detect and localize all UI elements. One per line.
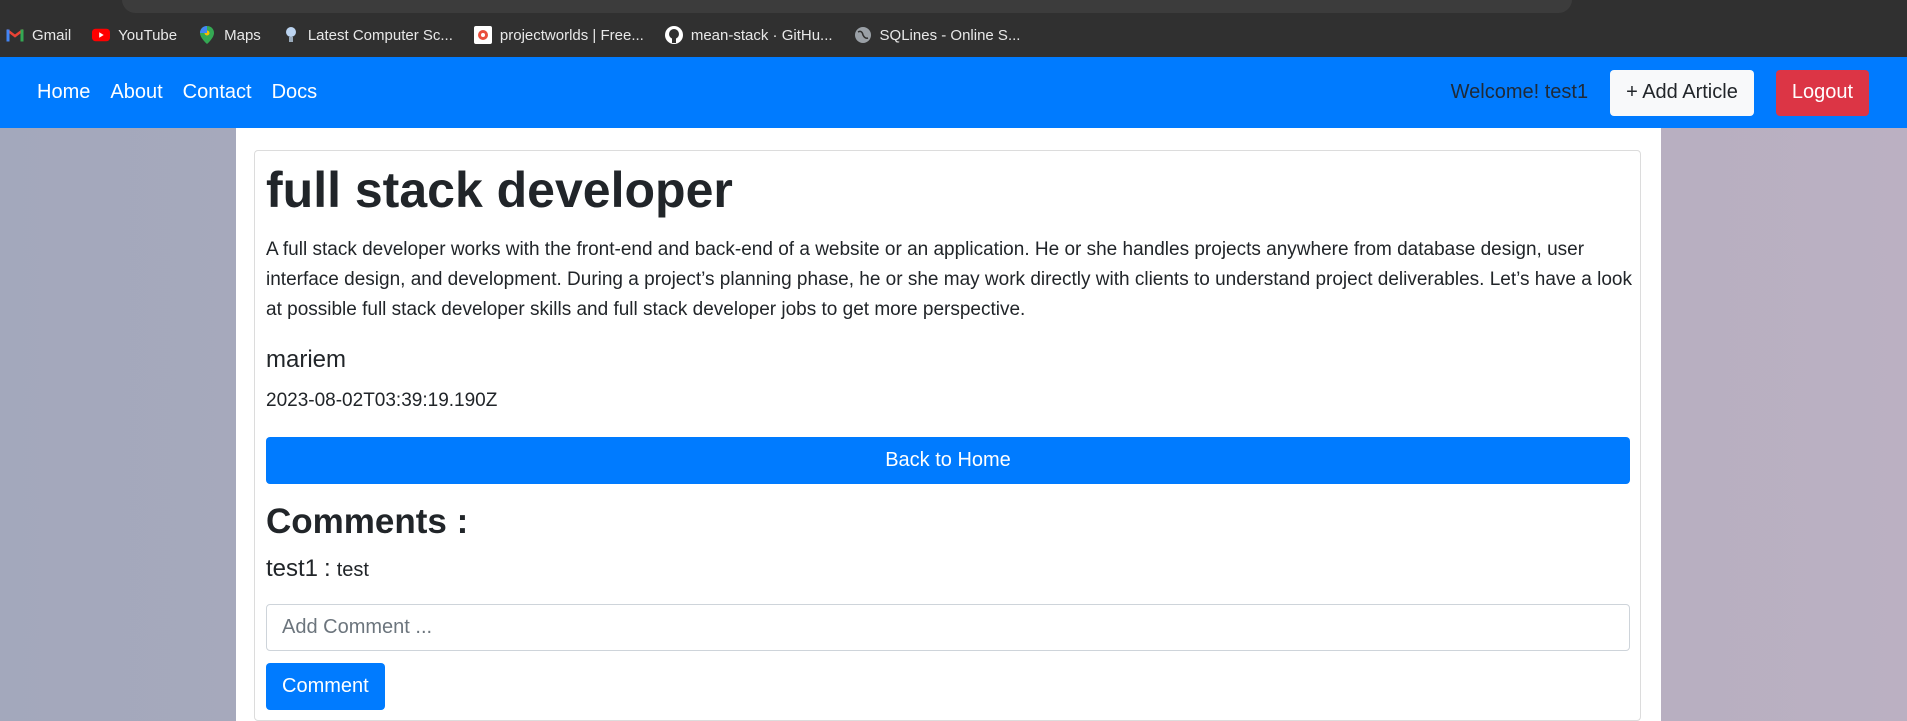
bookmark-gmail[interactable]: Gmail xyxy=(6,26,71,44)
comment-text: test xyxy=(336,559,369,581)
add-article-button[interactable]: + Add Article xyxy=(1610,69,1754,116)
bookmark-label: Latest Computer Sc... xyxy=(307,26,453,44)
article-title: full stack developer xyxy=(266,162,733,218)
article-card: full stack developer A full stack develo… xyxy=(254,150,1641,721)
comment-item: test1 : test xyxy=(266,555,369,583)
bookmark-sqlines[interactable]: SQLines - Online S... xyxy=(854,26,1021,44)
article-author: mariem xyxy=(266,346,347,373)
bookmark-label: SQLines - Online S... xyxy=(879,26,1021,44)
article-description: A full stack developer works with the fr… xyxy=(266,239,1632,320)
bookmark-maps[interactable]: Maps xyxy=(198,26,261,44)
maps-icon xyxy=(198,26,216,44)
comment-submit-button[interactable]: Comment xyxy=(266,663,385,710)
nav-link-docs[interactable]: Docs xyxy=(272,81,318,104)
bookmark-latest-computer-science[interactable]: Latest Computer Sc... xyxy=(282,26,453,44)
back-to-home-button[interactable]: Back to Home xyxy=(266,437,1630,484)
nav-links: Home About Contact Docs xyxy=(37,81,337,104)
content-container: full stack developer A full stack develo… xyxy=(236,128,1661,721)
globe-icon xyxy=(854,26,872,44)
welcome-text: Welcome! test1 xyxy=(1450,81,1589,103)
comment-user: test1 xyxy=(266,555,319,582)
add-comment-input[interactable] xyxy=(266,604,1630,651)
browser-toolbar: Gmail YouTube Maps Latest Computer Sc...… xyxy=(0,0,1907,57)
article-date: 2023-08-02T03:39:19.190Z xyxy=(266,390,498,411)
projectworlds-icon xyxy=(473,26,492,44)
nav-link-about[interactable]: About xyxy=(110,81,162,104)
site-navbar: Home About Contact Docs Welcome! test1 +… xyxy=(0,57,1907,128)
nav-link-contact[interactable]: Contact xyxy=(183,81,252,104)
nav-user-area: Welcome! test1 + Add Article Logout xyxy=(1450,69,1869,116)
bookmark-label: Maps xyxy=(224,26,261,44)
bookmark-youtube[interactable]: YouTube xyxy=(92,26,177,44)
github-icon xyxy=(664,26,683,44)
gmail-icon xyxy=(6,26,24,44)
bookmark-label: Gmail xyxy=(32,26,72,44)
bookmarks-bar: Gmail YouTube Maps Latest Computer Sc...… xyxy=(0,20,1041,50)
bookmark-projectworlds[interactable]: projectworlds | Free... xyxy=(473,26,644,44)
bookmark-label: YouTube xyxy=(118,26,178,44)
comments-heading: Comments : xyxy=(266,502,469,541)
address-bar[interactable] xyxy=(122,0,1572,13)
logout-button[interactable]: Logout xyxy=(1775,69,1869,116)
comment-separator: : xyxy=(324,555,331,582)
bookmark-label: mean-stack · GitHu... xyxy=(690,26,833,44)
youtube-icon xyxy=(92,26,111,44)
lightbulb-icon xyxy=(282,26,300,44)
bookmark-label: projectworlds | Free... xyxy=(499,26,644,44)
nav-link-home[interactable]: Home xyxy=(37,81,90,104)
bookmark-mean-stack-github[interactable]: mean-stack · GitHu... xyxy=(664,26,833,44)
